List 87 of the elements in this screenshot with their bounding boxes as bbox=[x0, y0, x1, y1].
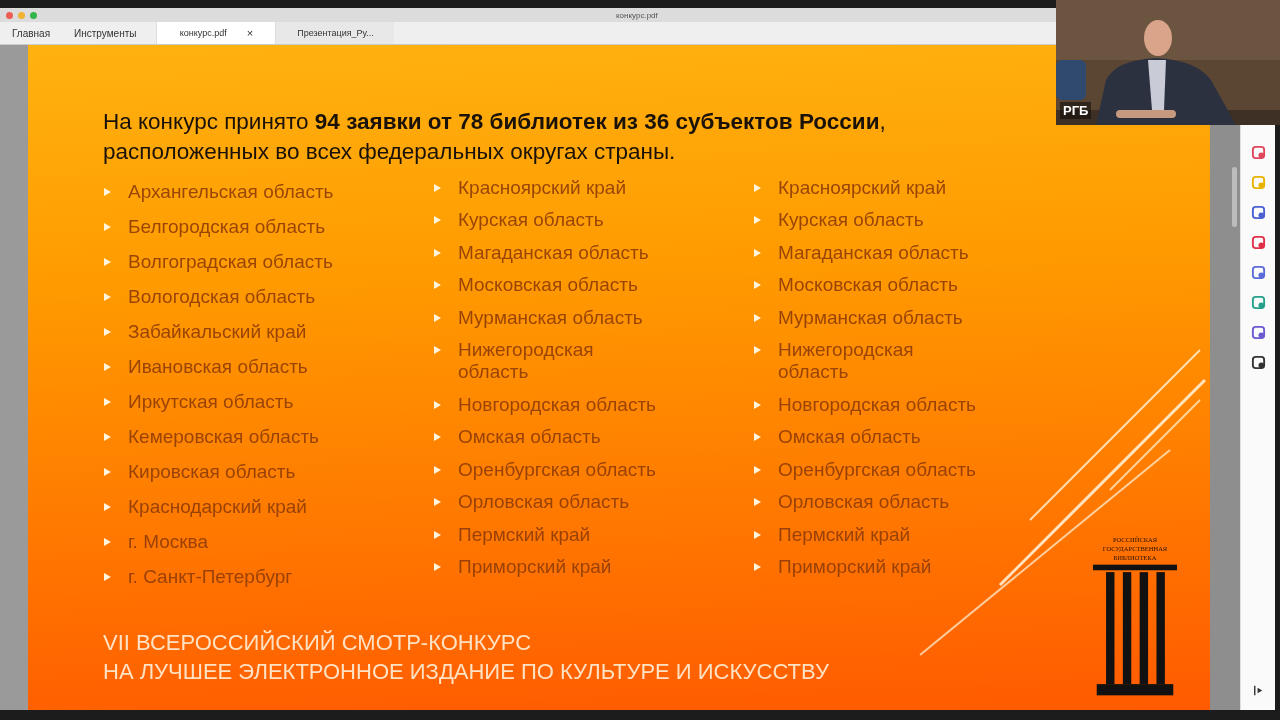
region-name: Белгородская область bbox=[128, 215, 326, 238]
region-name: Кировская область bbox=[128, 460, 296, 483]
bullet-icon bbox=[103, 187, 111, 196]
bullet-icon bbox=[433, 563, 441, 572]
participant-name: РГБ bbox=[1060, 102, 1092, 119]
bullet-icon bbox=[433, 530, 441, 539]
slide-heading: На конкурс принято 94 заявки от 78 библиотек из 36 субъектов России, расположенных во всех федеральных округах страны. bbox=[103, 108, 887, 166]
region-name: Волгоградская область bbox=[128, 250, 333, 273]
bullet-icon bbox=[103, 537, 111, 546]
bullet-icon bbox=[103, 432, 111, 441]
region-name: Красноярский край bbox=[458, 176, 626, 199]
region-name: Мурманская область bbox=[778, 306, 963, 329]
bullet-icon bbox=[753, 346, 761, 355]
region-name: Оренбургская область bbox=[458, 458, 656, 481]
slide-footer-text: НА ЛУЧШЕЕ ЭЛЕКТРОННОЕ ИЗДАНИЕ ПО КУЛЬТУРЕ И ИСКУССТВУ bbox=[103, 657, 830, 686]
bullet-icon bbox=[753, 281, 761, 290]
document-tab[interactable]: Презентация_Ру... bbox=[275, 22, 395, 44]
region-name: Красноярский край bbox=[778, 176, 946, 199]
bullet-icon bbox=[433, 346, 441, 355]
bullet-icon bbox=[753, 465, 761, 474]
region-name: Приморский край bbox=[778, 556, 932, 579]
region-name: Орловская область bbox=[778, 491, 950, 514]
bullet-icon bbox=[103, 502, 111, 511]
close-tab-button[interactable]: × bbox=[246, 27, 254, 39]
bullet-icon bbox=[753, 248, 761, 257]
region-name: г. Москва bbox=[128, 530, 209, 553]
colonnade-logo-icon bbox=[1093, 564, 1177, 696]
bullet-icon bbox=[433, 465, 441, 474]
region-name: Архангельская область bbox=[128, 180, 334, 203]
region-name: Нижегородская область bbox=[458, 339, 594, 384]
region-name: Магаданская область bbox=[458, 241, 649, 264]
bullet-icon bbox=[103, 572, 111, 581]
region-name: Нижегородская область bbox=[778, 339, 914, 384]
region-name: Московская область bbox=[458, 274, 638, 297]
bullet-icon bbox=[753, 530, 761, 539]
bullet-icon bbox=[103, 327, 111, 336]
tab-title: конкурс.pdf bbox=[179, 28, 227, 38]
region-name: Омская область bbox=[458, 426, 601, 449]
region-name: Курская область bbox=[778, 209, 924, 232]
region-name: Орловская область bbox=[458, 491, 630, 514]
bullet-icon bbox=[433, 248, 441, 257]
region-name: Оренбургская область bbox=[778, 458, 976, 481]
region-name: Краснодарский край bbox=[128, 495, 307, 518]
bullet-icon bbox=[103, 292, 111, 301]
bullet-icon bbox=[433, 313, 441, 322]
region-name: Новгородская область bbox=[458, 393, 656, 416]
bullet-icon bbox=[103, 257, 111, 266]
bullet-icon bbox=[433, 281, 441, 290]
region-name: г. Санкт-Петербург bbox=[128, 565, 293, 588]
menu-tab[interactable]: Главная bbox=[0, 22, 63, 44]
region-name: Ивановская область bbox=[128, 355, 308, 378]
bullet-icon bbox=[753, 563, 761, 572]
bullet-icon bbox=[433, 216, 441, 225]
window-title: конкурс.pdf bbox=[616, 10, 658, 20]
close-window-button[interactable] bbox=[6, 11, 13, 19]
region-name: Кемеровская область bbox=[128, 425, 319, 448]
bullet-icon bbox=[433, 400, 441, 409]
bullet-icon bbox=[433, 433, 441, 442]
region-name: Вологодская область bbox=[128, 285, 316, 308]
region-name: Пермский край bbox=[778, 523, 911, 546]
document-tab[interactable]: конкурс.pdf × bbox=[156, 22, 276, 44]
region-name: Московская область bbox=[778, 274, 958, 297]
bullet-icon bbox=[433, 183, 441, 192]
slide-footer-text: VII ВСЕРОССИЙСКИЙ СМОТР-КОНКУРС bbox=[103, 628, 533, 657]
region-name: Приморский край bbox=[458, 556, 612, 579]
bullet-icon bbox=[103, 467, 111, 476]
bullet-icon bbox=[433, 498, 441, 507]
bullet-icon bbox=[753, 400, 761, 409]
tab-title: Презентация_Ру... bbox=[297, 28, 374, 38]
region-name: Забайкальский край bbox=[128, 320, 307, 343]
bullet-icon bbox=[753, 313, 761, 322]
region-name: Иркутская область bbox=[128, 390, 294, 413]
region-name: Пермский край bbox=[458, 523, 591, 546]
region-name: Мурманская область bbox=[458, 306, 643, 329]
scrollbar-thumb[interactable] bbox=[1232, 167, 1237, 227]
bullet-icon bbox=[753, 216, 761, 225]
bullet-icon bbox=[753, 498, 761, 507]
region-name: Магаданская область bbox=[778, 241, 969, 264]
menu-tab[interactable]: Инструменты bbox=[62, 22, 149, 44]
region-name: Омская область bbox=[778, 426, 921, 449]
bullet-icon bbox=[103, 222, 111, 231]
bullet-icon bbox=[103, 397, 111, 406]
bullet-icon bbox=[103, 362, 111, 371]
bullet-icon bbox=[753, 183, 761, 192]
bullet-icon bbox=[753, 433, 761, 442]
region-name: Курская область bbox=[458, 209, 604, 232]
region-name: Новгородская область bbox=[778, 393, 976, 416]
